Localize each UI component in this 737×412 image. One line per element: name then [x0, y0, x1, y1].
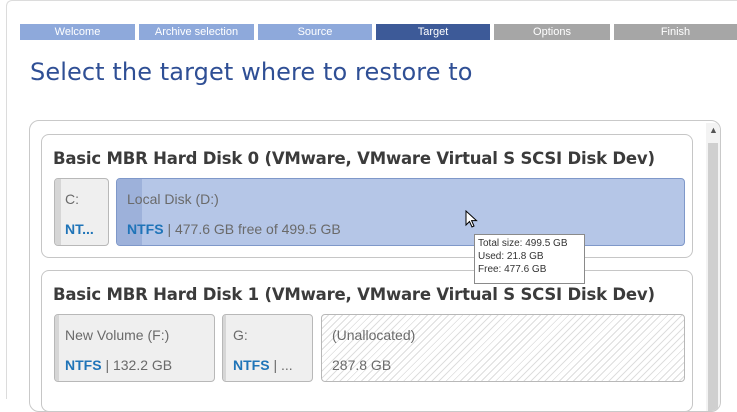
vertical-scrollbar[interactable]: ▲ [706, 123, 720, 411]
disk-1-card[interactable]: Basic MBR Hard Disk 1 (VMware, VMware Vi… [41, 270, 693, 411]
disk-1-title: Basic MBR Hard Disk 1 (VMware, VMware Vi… [53, 285, 655, 304]
disk-list-panel: Basic MBR Hard Disk 0 (VMware, VMware Vi… [29, 120, 721, 412]
disk-0-title: Basic MBR Hard Disk 0 (VMware, VMware Vi… [53, 149, 655, 168]
partition-size: | 477.6 GB free of 499.5 GB [163, 221, 341, 237]
partition-fs: NTFS [127, 221, 164, 237]
partition-tooltip: Total size: 499.5 GB Used: 21.8 GB Free:… [474, 234, 585, 284]
partition-local-disk-d[interactable]: Local Disk (D:) NTFS | 477.6 GB free of … [116, 178, 685, 246]
step-welcome: Welcome [20, 24, 135, 40]
partition-g[interactable]: G: NTFS | ... [222, 314, 313, 382]
partition-info: NTFS | 477.6 GB free of 499.5 GB [127, 221, 341, 237]
partition-unallocated[interactable]: (Unallocated) 287.8 GB [321, 314, 685, 382]
step-finish: Finish [614, 24, 737, 40]
chevron-up-icon[interactable]: ▲ [709, 125, 718, 135]
partition-c[interactable]: C: NT... [54, 178, 109, 246]
partition-name: (Unallocated) [332, 327, 416, 343]
tooltip-free: Free: 477.6 GB [478, 264, 547, 275]
mouse-pointer-icon [465, 210, 478, 228]
partition-fs: NTFS [233, 357, 270, 373]
partition-info: NT... [65, 221, 94, 237]
partition-fs: NT... [65, 221, 94, 237]
partition-name: C: [65, 191, 79, 207]
partition-name: New Volume (F:) [65, 327, 170, 343]
tooltip-used: Used: 21.8 GB [478, 251, 544, 262]
partition-info: NTFS | 132.2 GB [65, 357, 172, 373]
wizard-steps: Welcome Archive selection Source Target … [20, 24, 737, 40]
partition-usage-bar [223, 315, 226, 381]
partition-fs: NTFS [65, 357, 102, 373]
partition-new-volume-f[interactable]: New Volume (F:) NTFS | 132.2 GB [54, 314, 215, 382]
partition-info: 287.8 GB [332, 357, 392, 373]
scrollbar-thumb[interactable] [708, 143, 718, 411]
step-options: Options [494, 24, 610, 40]
partition-name: Local Disk (D:) [127, 191, 219, 207]
disk-0-card[interactable]: Basic MBR Hard Disk 0 (VMware, VMware Vi… [41, 134, 693, 258]
partition-size: | ... [269, 357, 293, 373]
page-title: Select the target where to restore to [30, 58, 473, 86]
partition-usage-bar [55, 179, 61, 245]
partition-info: NTFS | ... [233, 357, 293, 373]
tooltip-total-size: Total size: 499.5 GB [478, 238, 568, 249]
partition-name: G: [233, 327, 248, 343]
step-source: Source [258, 24, 372, 40]
partition-size: | 132.2 GB [101, 357, 173, 373]
partition-usage-bar [55, 315, 59, 381]
step-archive-selection: Archive selection [139, 24, 254, 40]
step-target: Target [376, 24, 490, 40]
